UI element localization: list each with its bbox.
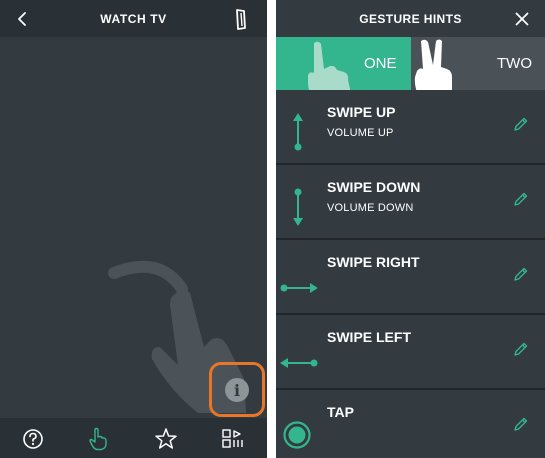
gesture-title: SWIPE RIGHT <box>327 254 420 270</box>
star-icon[interactable] <box>153 426 179 452</box>
tap-circle-icon <box>283 421 311 449</box>
watch-tv-screen: WATCH TV i <box>0 0 267 458</box>
one-finger-hand-icon <box>308 41 350 90</box>
page-title: GESTURE HINTS <box>359 11 462 26</box>
edit-pencil-icon[interactable] <box>513 116 529 132</box>
tab-two-fingers[interactable]: TWO <box>411 37 545 90</box>
gesture-row-swipe-left[interactable]: SWIPE LEFT <box>276 315 545 390</box>
gesture-hints-screen: GESTURE HINTS ONE TWO SWIPE UP VOLUME UP… <box>276 0 545 458</box>
edit-pencil-icon[interactable] <box>513 416 529 432</box>
gesture-row-swipe-right[interactable]: SWIPE RIGHT <box>276 240 545 315</box>
question-circle-icon[interactable] <box>20 426 46 452</box>
gesture-description: VOLUME DOWN <box>327 202 414 214</box>
gesture-row-swipe-up[interactable]: SWIPE UP VOLUME UP <box>276 90 545 165</box>
gesture-description: VOLUME UP <box>327 127 394 139</box>
bottom-navigation <box>0 418 267 458</box>
gesture-row-tap[interactable]: TAP <box>276 390 545 458</box>
page-title: WATCH TV <box>100 11 167 26</box>
gesture-hints-header: GESTURE HINTS <box>276 0 545 37</box>
edit-pencil-icon[interactable] <box>513 341 529 357</box>
two-finger-hand-icon <box>414 39 452 90</box>
channel-list-icon[interactable] <box>220 426 246 452</box>
tab-label: ONE <box>364 55 397 72</box>
close-icon[interactable] <box>515 12 529 26</box>
tab-one-finger[interactable]: ONE <box>276 37 411 90</box>
back-chevron-icon[interactable] <box>14 9 30 29</box>
tab-label: TWO <box>497 55 532 72</box>
gesture-title: SWIPE DOWN <box>327 179 421 195</box>
arrow-right-icon <box>280 283 318 293</box>
arrow-up-icon <box>293 113 303 151</box>
edit-pencil-icon[interactable] <box>513 266 529 282</box>
hand-tap-icon[interactable] <box>85 426 111 452</box>
arrow-left-icon <box>280 358 318 368</box>
gesture-title: SWIPE LEFT <box>327 329 411 345</box>
gesture-title: TAP <box>327 404 354 420</box>
gesture-title: SWIPE UP <box>327 104 396 120</box>
info-icon[interactable]: i <box>225 378 249 402</box>
gesture-row-swipe-down[interactable]: SWIPE DOWN VOLUME DOWN <box>276 165 545 240</box>
edit-pencil-icon[interactable] <box>513 191 529 207</box>
arrow-down-icon <box>293 188 303 226</box>
watch-tv-header: WATCH TV <box>0 0 267 37</box>
remote-control-icon[interactable] <box>233 8 249 30</box>
finger-count-tabs: ONE TWO <box>276 37 545 90</box>
